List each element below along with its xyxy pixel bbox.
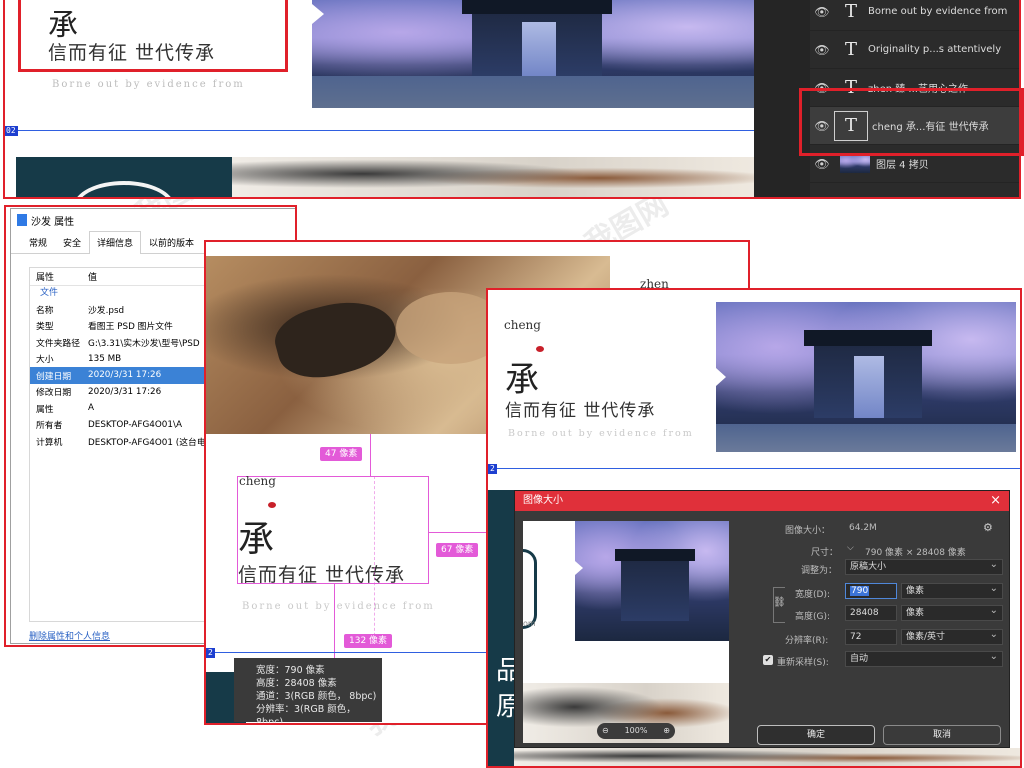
canvas: 我图网 我图网 我图网 我图网 承 信而有征 世代传承 Borne out by… (0, 0, 1024, 768)
top-screenshot: 承 信而有征 世代传承 Borne out by evidence from 0… (3, 0, 1024, 199)
frame-top (3, 0, 1021, 199)
frame-right (486, 288, 1022, 768)
arrow-marker (312, 4, 324, 24)
